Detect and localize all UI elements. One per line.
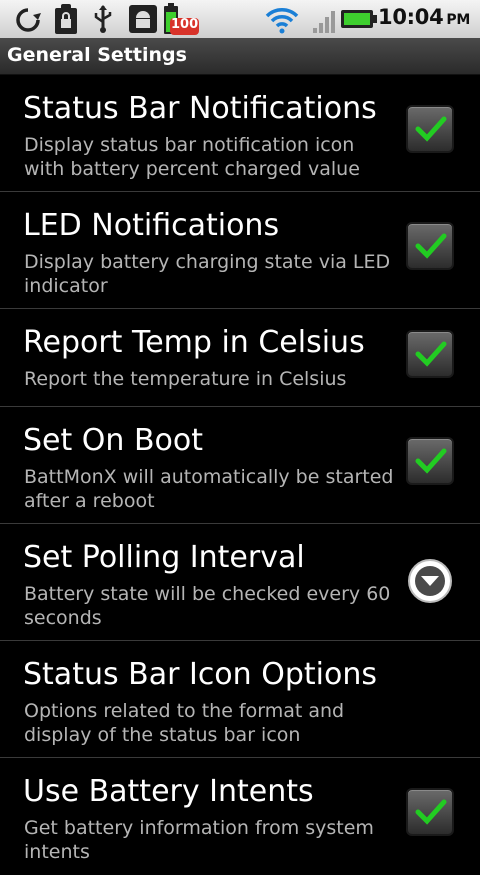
sync-icon [16, 8, 41, 32]
setting-summary: BattMonX will automatically be started a… [24, 466, 394, 512]
checkmark-icon [415, 116, 447, 142]
battery-badge: 100 [171, 17, 199, 32]
status-bar: 100 10:04 PM [0, 0, 480, 39]
dropdown-polling-interval[interactable] [408, 559, 452, 603]
clock-time: 10:04 [378, 5, 444, 29]
setting-title: Report Temp in Celsius [23, 325, 365, 360]
clock-ampm: PM [446, 12, 470, 28]
setting-report-temp-celsius[interactable]: Report Temp in Celsius Report the temper… [0, 309, 480, 407]
android-debug-icon [129, 5, 157, 33]
setting-summary: Display battery charging state via LED i… [24, 251, 391, 297]
setting-summary: Report the temperature in Celsius [24, 368, 347, 390]
clock: 10:04 PM [378, 5, 470, 29]
setting-title: LED Notifications [23, 208, 280, 243]
title-bar: General Settings [0, 38, 480, 75]
setting-title: Use Battery Intents [23, 774, 314, 809]
setting-title: Set Polling Interval [23, 540, 305, 575]
usb-icon [94, 5, 112, 33]
settings-list: Status Bar Notifications Display status … [0, 75, 480, 875]
setting-title: Status Bar Notifications [23, 91, 377, 126]
checkbox-status-bar-notifications[interactable] [406, 105, 454, 153]
setting-summary: Options related to the format and displa… [24, 700, 345, 746]
checkbox-set-on-boot[interactable] [406, 437, 454, 485]
checkmark-icon [415, 799, 447, 825]
checkbox-led-notifications[interactable] [406, 222, 454, 270]
setting-led-notifications[interactable]: LED Notifications Display battery chargi… [0, 192, 480, 309]
checkbox-report-temp-celsius[interactable] [406, 330, 454, 378]
setting-polling-interval[interactable]: Set Polling Interval Battery state will … [0, 524, 480, 641]
setting-title: Status Bar Icon Options [23, 657, 377, 692]
battery-icon [341, 10, 377, 28]
checkmark-icon [415, 233, 447, 259]
setting-summary: Get battery information from system inte… [24, 817, 374, 863]
setting-title: Set On Boot [23, 423, 204, 458]
setting-set-on-boot[interactable]: Set On Boot BattMonX will automatically … [0, 407, 480, 524]
setting-status-bar-notifications[interactable]: Status Bar Notifications Display status … [0, 75, 480, 192]
signal-icon [313, 11, 335, 33]
wifi-icon [265, 8, 299, 34]
checkbox-use-battery-intents[interactable] [406, 788, 454, 836]
page-title: General Settings [7, 44, 187, 66]
checkmark-icon [415, 448, 447, 474]
setting-status-bar-icon-options[interactable]: Status Bar Icon Options Options related … [0, 641, 480, 758]
setting-summary: Display status bar notification icon wit… [24, 134, 360, 180]
checkmark-icon [415, 341, 447, 367]
setting-use-battery-intents[interactable]: Use Battery Intents Get battery informat… [0, 758, 480, 875]
clipboard-lock-icon [55, 4, 77, 34]
setting-summary: Battery state will be checked every 60 s… [24, 583, 391, 629]
chevron-down-icon [421, 576, 439, 586]
